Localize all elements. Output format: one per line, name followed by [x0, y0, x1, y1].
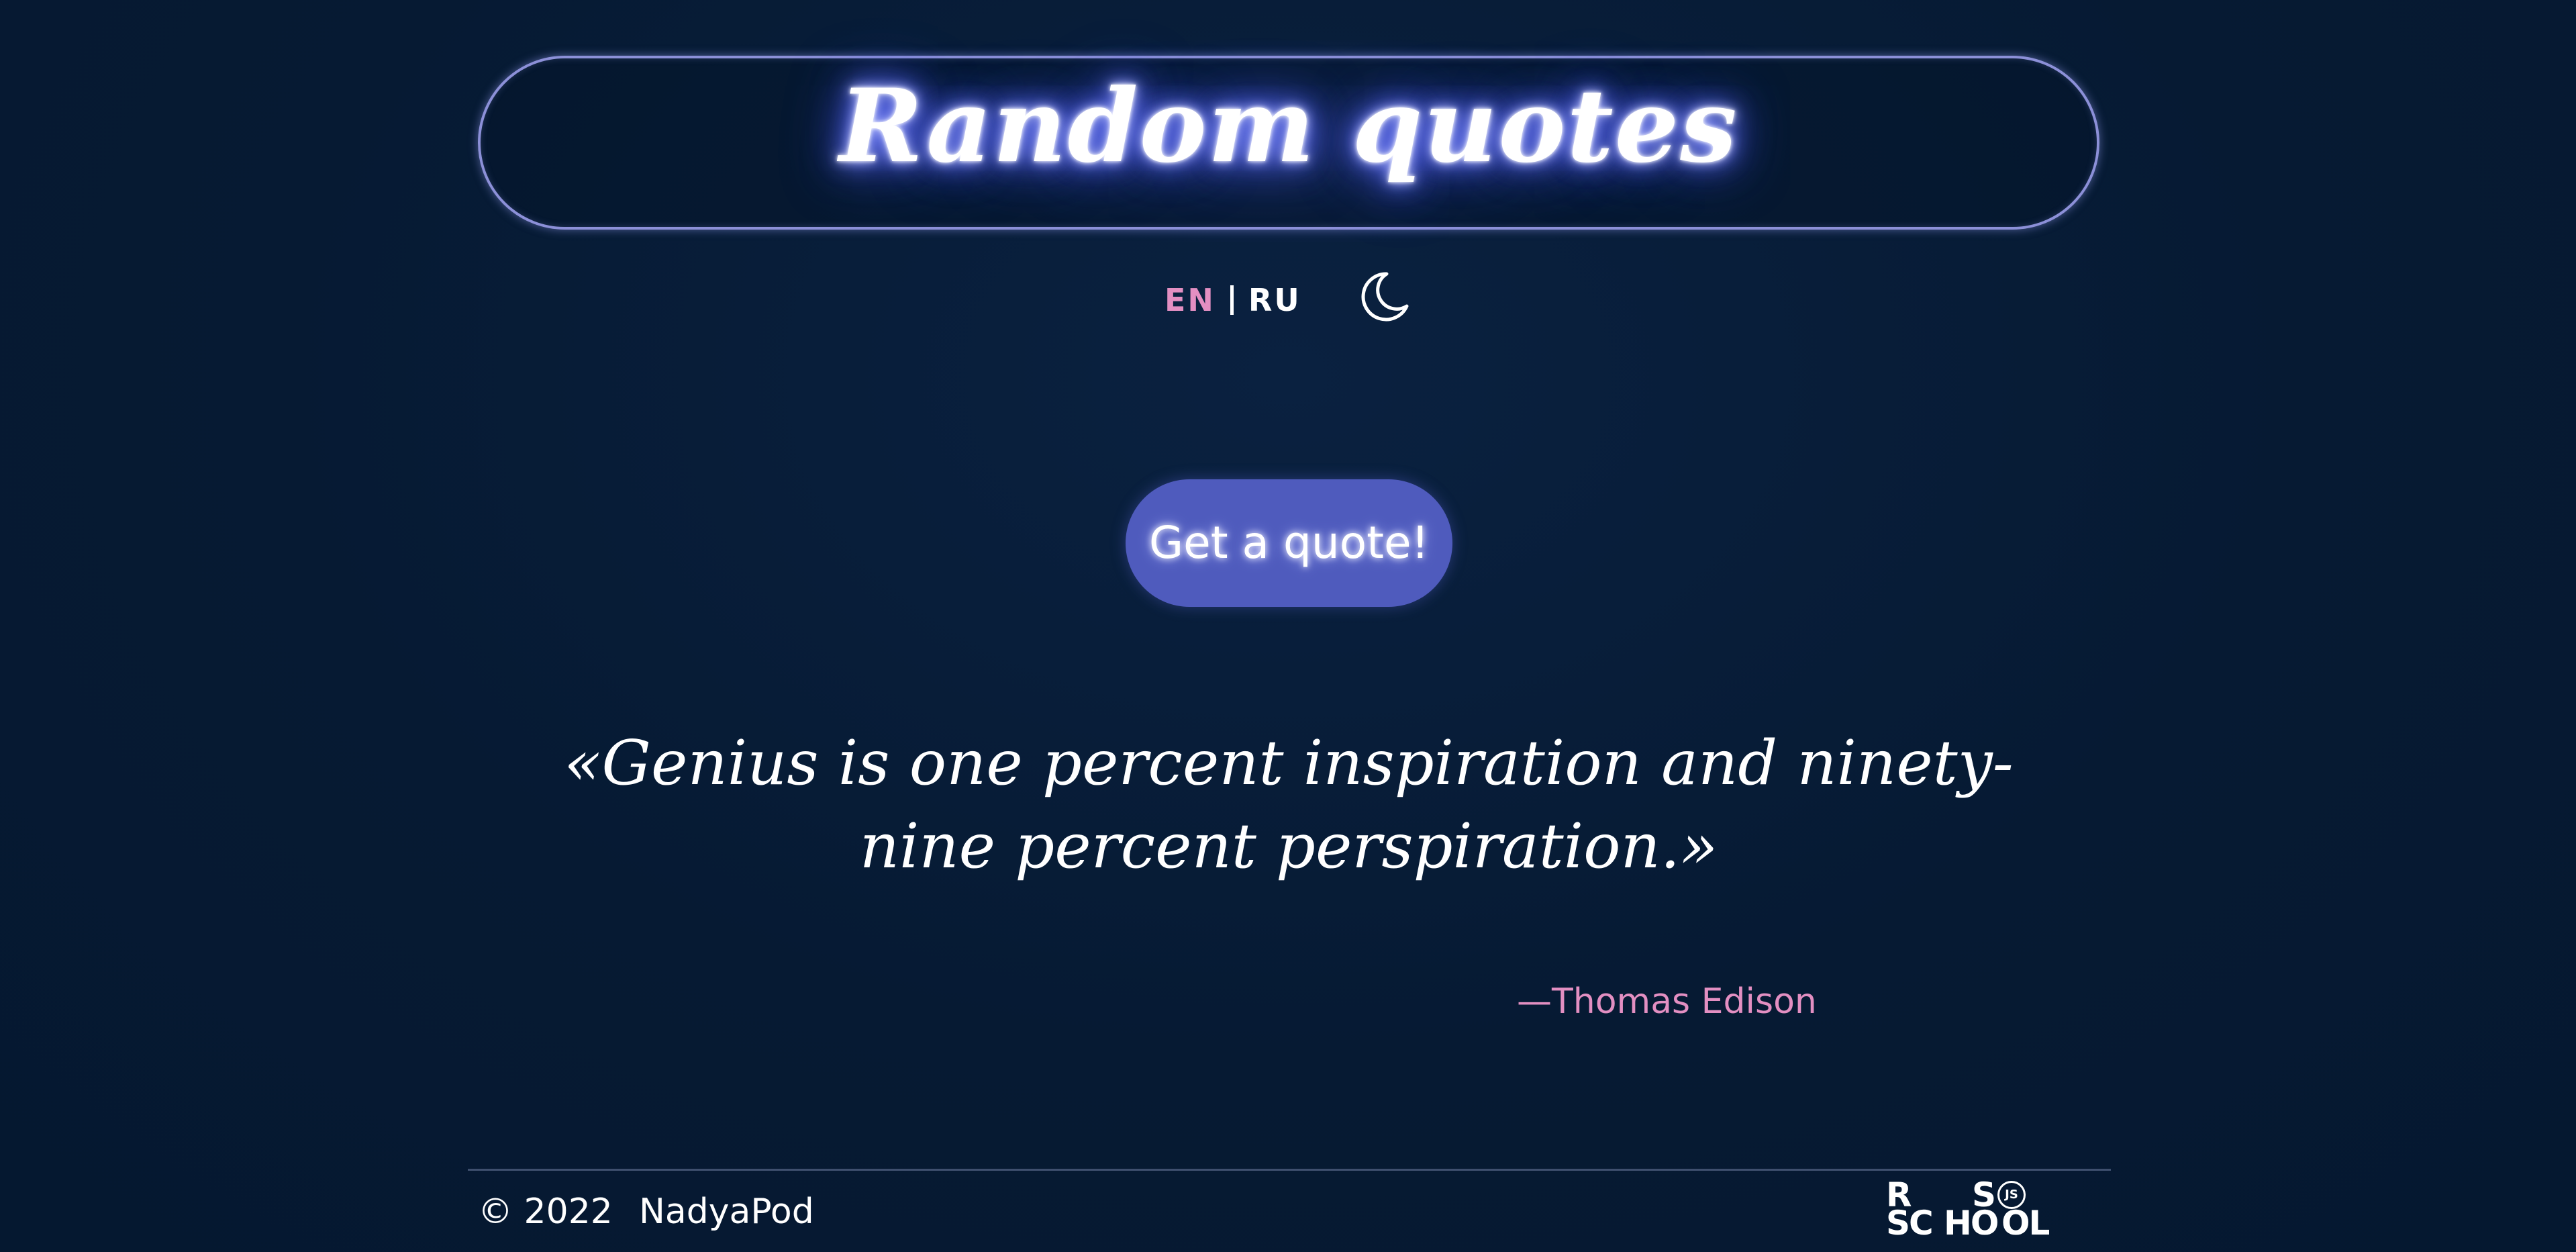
page-title: Random quotes — [839, 67, 1738, 185]
lang-en-button[interactable]: EN — [1165, 282, 1216, 318]
logo-ol: OL — [2001, 1204, 2050, 1243]
footer-author-link[interactable]: NadyaPod — [639, 1192, 814, 1232]
rs-school-logo[interactable]: R S JS SC HO OL — [1886, 1178, 2061, 1245]
moon-icon — [1361, 272, 1409, 322]
theme-toggle-button[interactable] — [1356, 269, 1412, 325]
logo-sc: SC — [1886, 1204, 1934, 1243]
quote-text: «Genius is one percent inspiration and n… — [564, 727, 2014, 882]
lang-ru-button[interactable]: RU — [1248, 282, 1301, 318]
language-switch: EN RU — [1165, 277, 1301, 324]
get-quote-button[interactable]: Get a quote! — [1126, 479, 1452, 607]
footer-divider — [468, 1169, 2111, 1171]
logo-ho: HO — [1944, 1204, 1999, 1243]
footer-copyright: © 2022 — [478, 1192, 613, 1232]
lang-separator — [1230, 285, 1234, 315]
quote-author: —Thomas Edison — [1517, 981, 1817, 1022]
page: Random quotes EN RU Get a quote! «Genius… — [0, 0, 2576, 1252]
